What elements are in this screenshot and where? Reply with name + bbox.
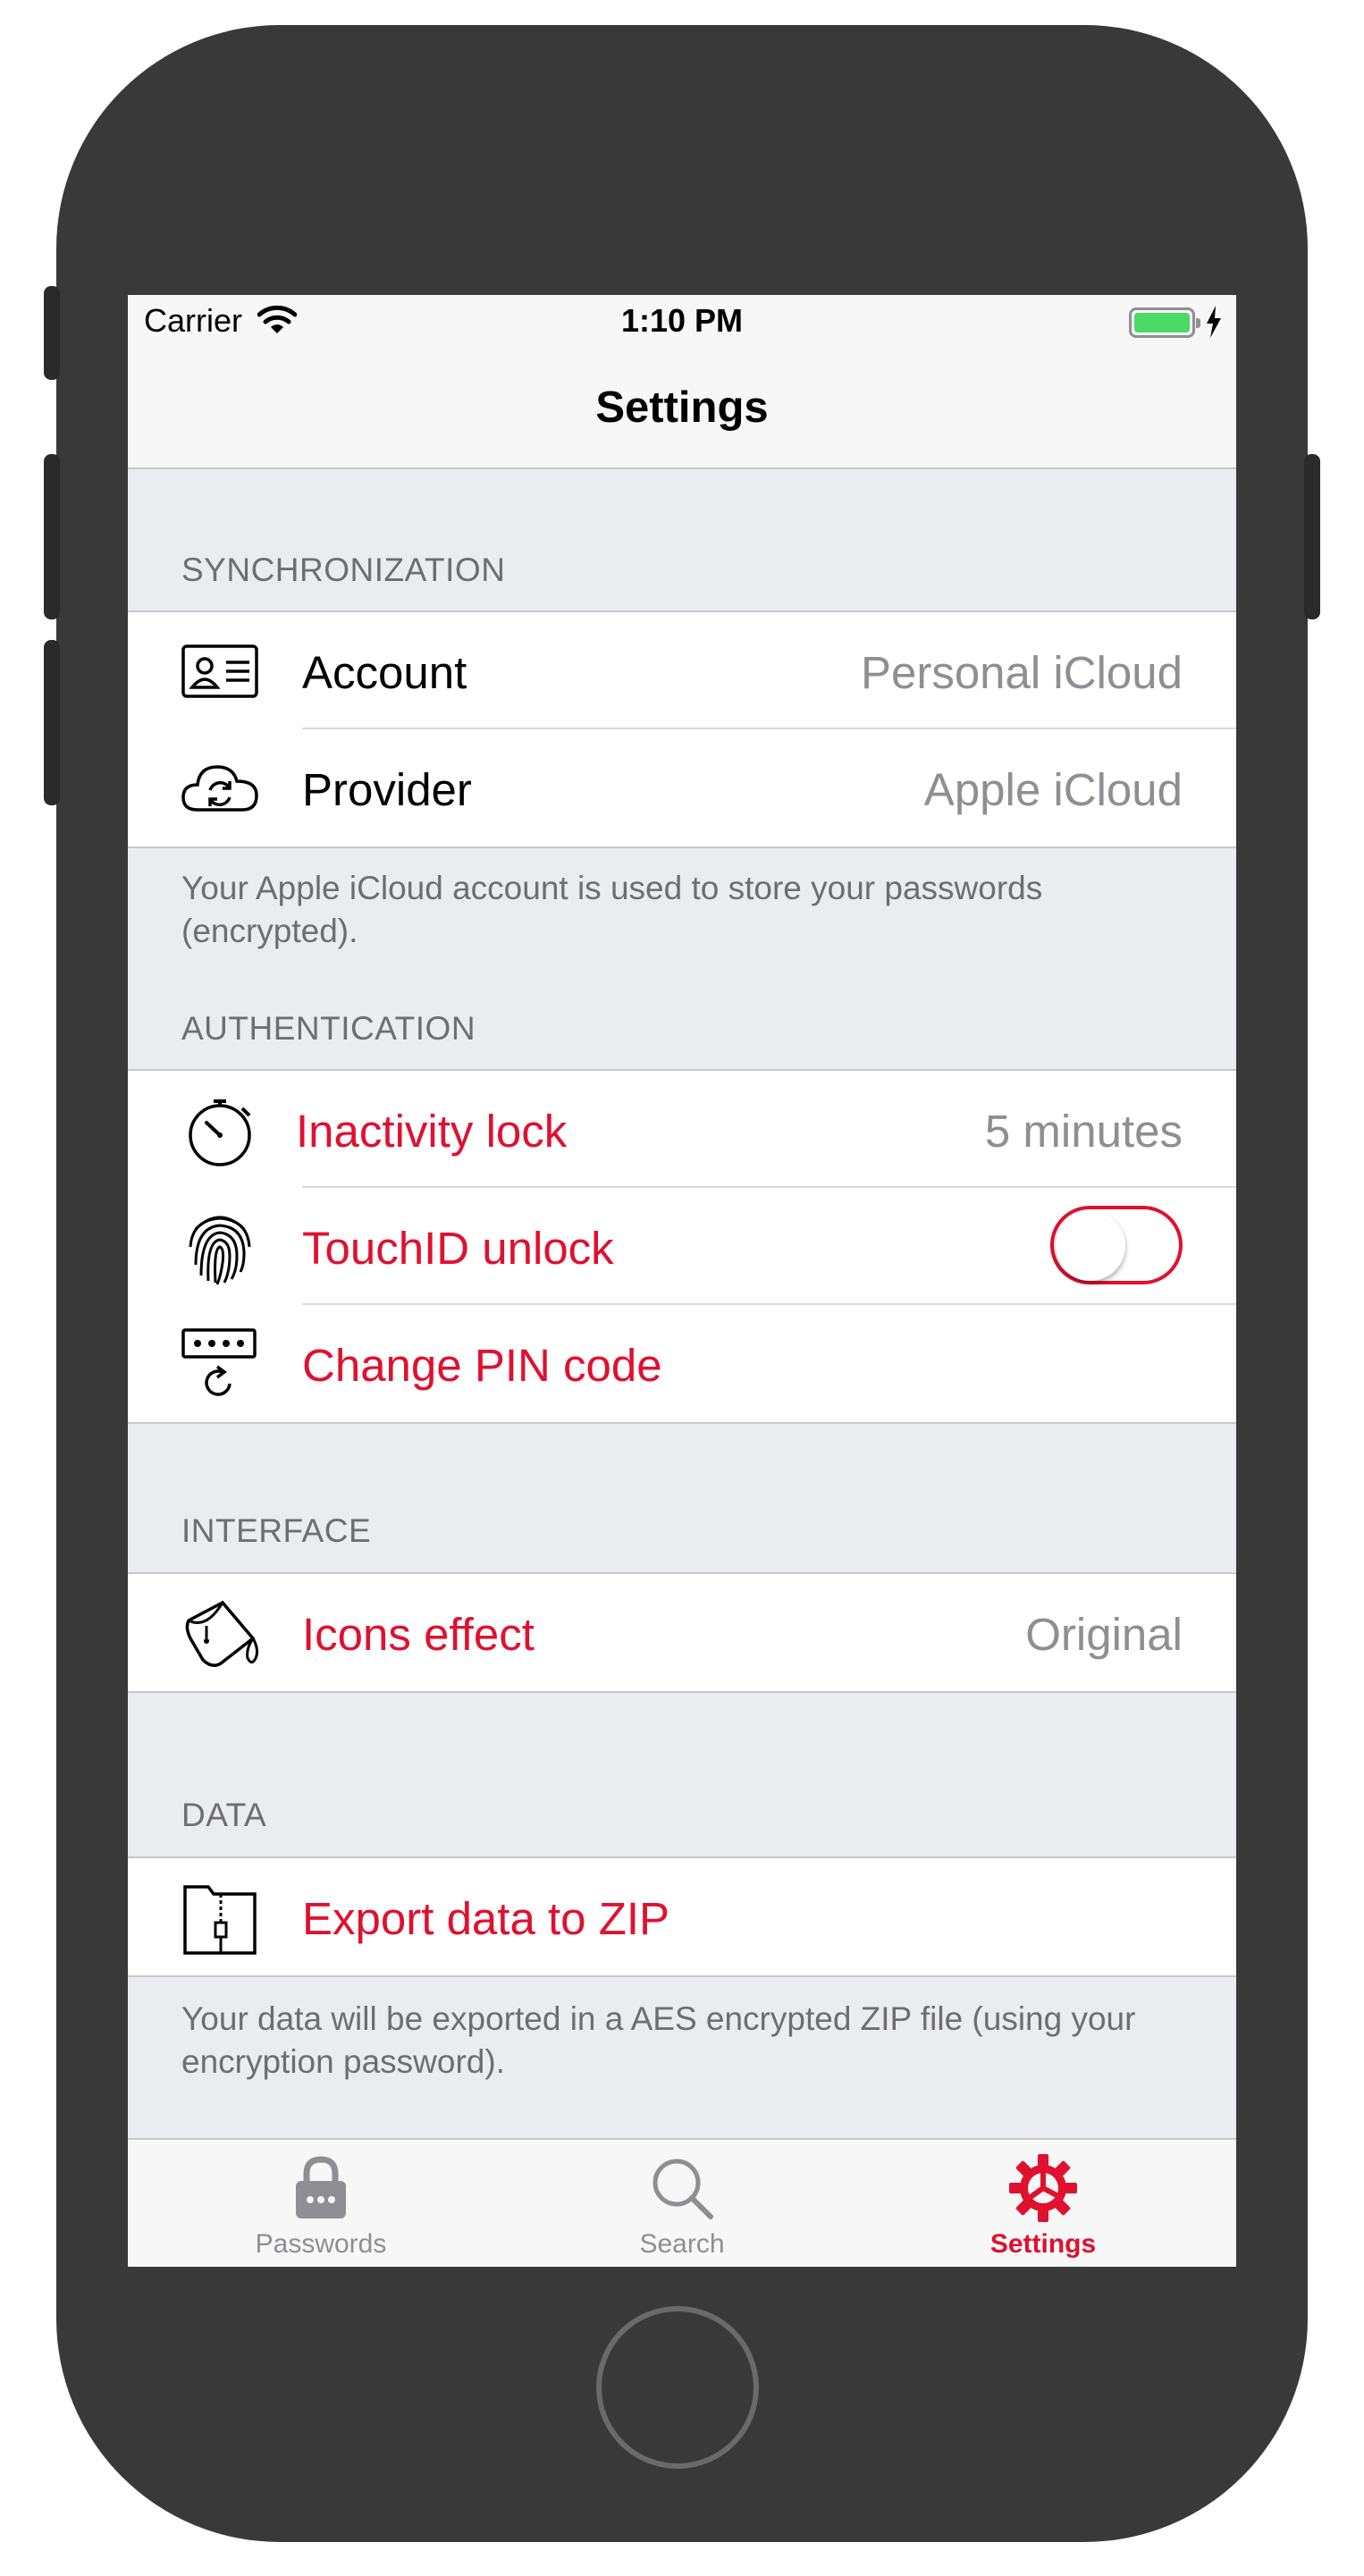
cloud-sync-icon [181, 765, 258, 812]
inactivity-lock-label: Inactivity lock [296, 1106, 568, 1157]
export-zip-label: Export data to ZIP [302, 1893, 670, 1944]
search-icon [653, 2159, 713, 2219]
app-screen: Carrier 1:10 PM Settings SYNCHRONIZATION [128, 295, 1236, 2267]
charging-bolt-icon [1207, 306, 1221, 338]
id-card-icon [181, 644, 258, 698]
volume-down-button [44, 640, 60, 805]
provider-label: Provider [302, 764, 472, 815]
icons-effect-value: Original [1025, 1609, 1183, 1660]
change-pin-label: Change PIN code [302, 1340, 662, 1391]
tab-search[interactable]: Search [548, 2140, 816, 2267]
change-pin-row[interactable]: Change PIN code [128, 1305, 1236, 1422]
toggle-knob [1056, 1211, 1125, 1281]
page-title: Settings [595, 383, 769, 432]
lock-icon [296, 2156, 346, 2218]
group-authentication: Inactivity lock 5 minutes TouchID unlock [128, 1069, 1236, 1424]
touchid-toggle[interactable] [1050, 1206, 1183, 1284]
mute-switch [44, 286, 60, 380]
tab-settings[interactable]: Settings [909, 2140, 1177, 2267]
inactivity-lock-value: 5 minutes [984, 1106, 1183, 1157]
tab-search-label: Search [639, 2229, 725, 2259]
account-value: Personal iCloud [860, 647, 1183, 698]
clock: 1:10 PM [620, 302, 744, 339]
volume-up-button [44, 454, 60, 619]
section-header-interface: INTERFACE [181, 1512, 372, 1549]
power-button [1304, 454, 1320, 619]
zip-file-icon [183, 1885, 257, 1955]
touchid-row: TouchID unlock [128, 1188, 1236, 1305]
paint-bucket-icon [185, 1600, 259, 1667]
section-header-authentication: AUTHENTICATION [181, 1010, 476, 1047]
section-header-synchronization: SYNCHRONIZATION [181, 551, 506, 588]
synchronization-footer: Your Apple iCloud account is used to sto… [181, 870, 1043, 949]
tab-passwords-label: Passwords [255, 2229, 387, 2259]
account-row[interactable]: Account Personal iCloud [128, 612, 1236, 729]
data-footer: Your data will be exported in a AES encr… [181, 2000, 1136, 2080]
gear-icon [1009, 2154, 1077, 2222]
navigation-bar: Settings [128, 358, 1236, 469]
group-synchronization: Account Personal iCloud Provider Apple i… [128, 610, 1236, 848]
inactivity-lock-row[interactable]: Inactivity lock 5 minutes [128, 1071, 1236, 1188]
tab-settings-label: Settings [989, 2229, 1097, 2259]
touchid-label: TouchID unlock [302, 1223, 614, 1274]
fingerprint-icon [189, 1216, 251, 1285]
icons-effect-row[interactable]: Icons effect Original [128, 1574, 1236, 1691]
tab-passwords[interactable]: Passwords [187, 2140, 455, 2267]
section-header-data: DATA [181, 1797, 267, 1833]
pin-reset-icon [181, 1328, 257, 1396]
tab-bar: Passwords Search Settings [128, 2138, 1236, 2267]
stopwatch-icon [189, 1099, 251, 1166]
status-bar: Carrier 1:10 PM [128, 295, 1236, 358]
provider-value: Apple iCloud [923, 764, 1183, 815]
icons-effect-label: Icons effect [302, 1609, 535, 1660]
home-button[interactable] [596, 2306, 759, 2469]
account-label: Account [302, 647, 467, 698]
export-zip-row[interactable]: Export data to ZIP [128, 1858, 1236, 1975]
group-interface: Icons effect Original [128, 1572, 1236, 1693]
group-data: Export data to ZIP [128, 1856, 1236, 1977]
provider-row[interactable]: Provider Apple iCloud [128, 729, 1236, 846]
battery-icon [1129, 307, 1200, 338]
